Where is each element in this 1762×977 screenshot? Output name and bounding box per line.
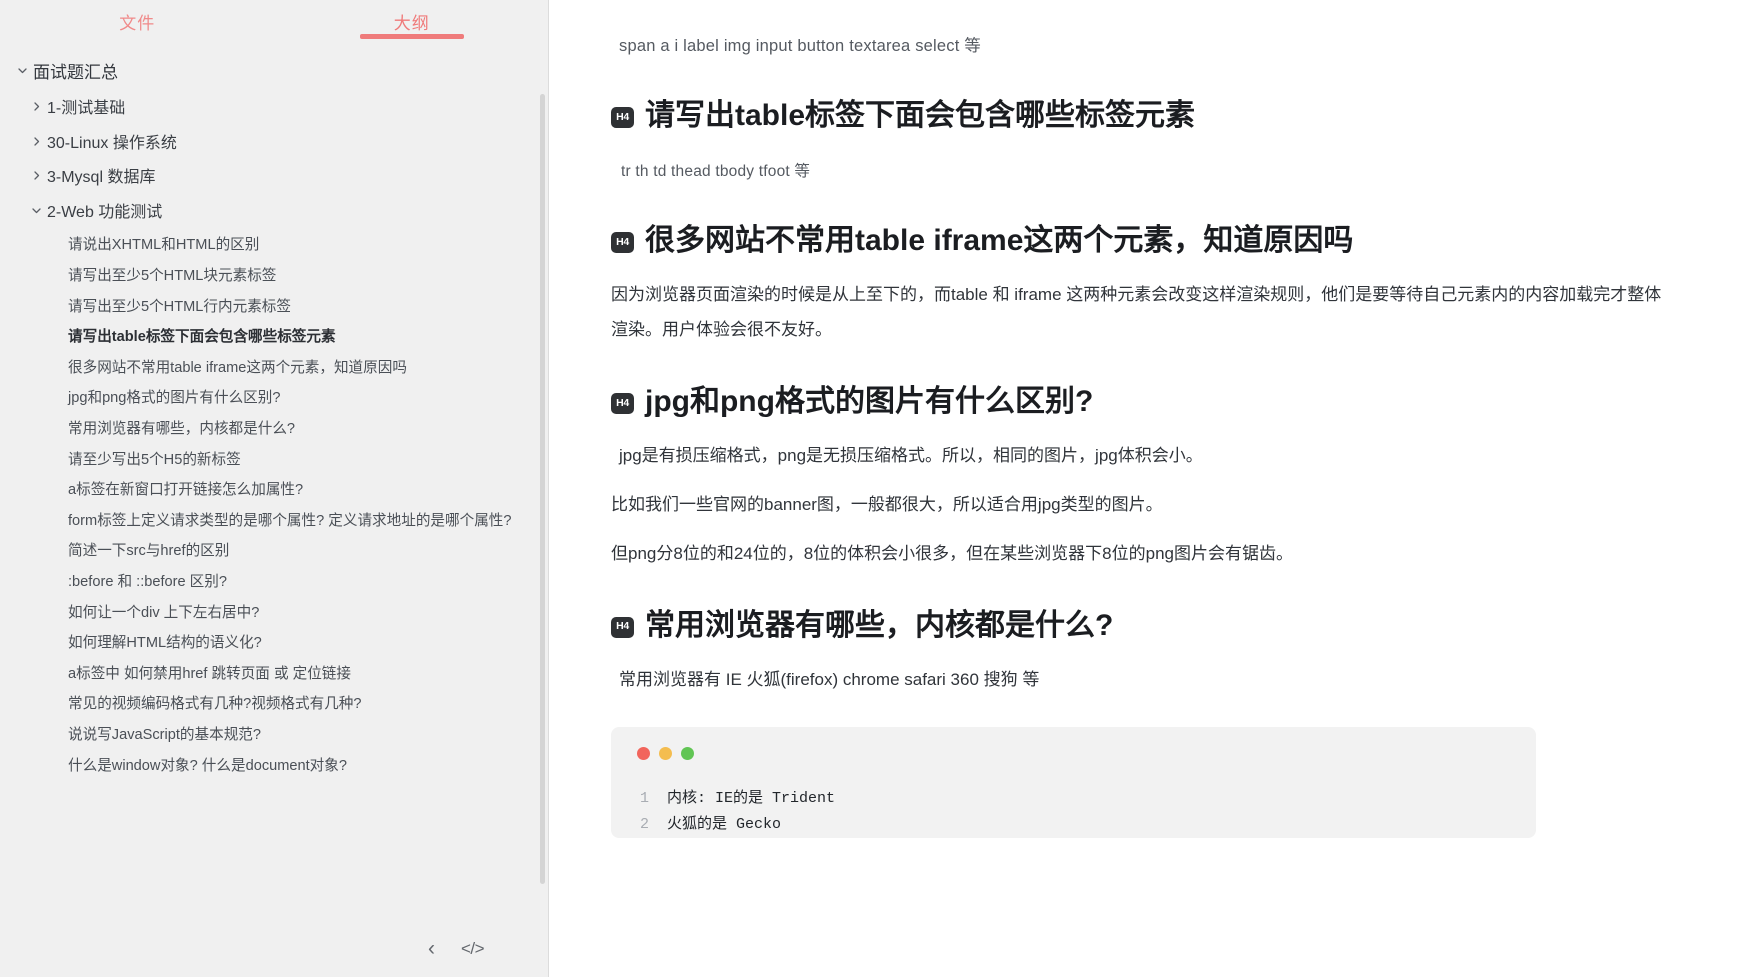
chevron-down-icon[interactable] xyxy=(25,202,47,216)
tree-group-3[interactable]: 3-Mysql 数据库 xyxy=(6,161,541,196)
chevron-right-icon[interactable] xyxy=(25,167,47,181)
chevron-right-icon[interactable] xyxy=(25,133,47,147)
code-lines: 1 内核: IE的是 Trident 2 火狐的是 Gecko xyxy=(611,760,1536,838)
h4-badge-icon: H4 xyxy=(611,617,634,638)
tree-group-2-label: 30-Linux 操作系统 xyxy=(47,133,177,155)
code-line: 1 内核: IE的是 Trident xyxy=(611,786,1536,812)
tab-files-label: 文件 xyxy=(119,9,155,34)
sidebar-tabbar: 文件 大纲 xyxy=(0,0,549,42)
line-text: 火狐的是 Gecko xyxy=(667,812,781,838)
outline-item[interactable]: 如何理解HTML结构的语义化? xyxy=(6,628,541,659)
chevron-left-icon[interactable]: ‹ xyxy=(428,938,435,959)
tab-outline[interactable]: 大纲 xyxy=(275,0,550,42)
line-number: 1 xyxy=(611,786,667,812)
outline-item[interactable]: 什么是window对象? 什么是document对象? xyxy=(6,751,541,782)
heading-table-iframe-text: 很多网站不常用table iframe这两个元素，知道原因吗 xyxy=(645,221,1353,260)
outline-item[interactable]: 常见的视频编码格式有几种?视频格式有几种? xyxy=(6,689,541,720)
heading-jpg-png: H4 jpg和png格式的图片有什么区别? xyxy=(611,382,1671,421)
heading-browsers-text: 常用浏览器有哪些，内核都是什么? xyxy=(645,606,1113,645)
tab-active-underline xyxy=(360,34,464,39)
tree-node-root[interactable]: 面试题汇总 xyxy=(6,56,541,92)
outline-item[interactable]: :before 和 ::before 区别? xyxy=(6,567,541,598)
tree-group-1-label: 1-测试基础 xyxy=(47,98,125,120)
outline-item[interactable]: a标签在新窗口打开链接怎么加属性? xyxy=(6,475,541,506)
minimize-dot-icon xyxy=(659,747,672,760)
code-block[interactable]: 1 内核: IE的是 Trident 2 火狐的是 Gecko xyxy=(611,727,1536,838)
outline-item[interactable]: 如何让一个div 上下左右居中? xyxy=(6,598,541,629)
document-body: span a i label img input button textarea… xyxy=(611,0,1671,838)
document-content[interactable]: span a i label img input button textarea… xyxy=(549,0,1762,977)
code-line: 2 火狐的是 Gecko xyxy=(611,812,1536,838)
tree-group-4[interactable]: 2-Web 功能测试 xyxy=(6,196,541,231)
outline-tree: 面试题汇总 1-测试基础 30-Linux 操作系统 xyxy=(0,56,549,781)
maximize-dot-icon xyxy=(681,747,694,760)
outline-item[interactable]: 很多网站不常用table iframe这两个元素，知道原因吗 xyxy=(6,353,541,384)
chevron-down-icon[interactable] xyxy=(11,62,33,76)
heading-table-iframe: H4 很多网站不常用table iframe这两个元素，知道原因吗 xyxy=(611,221,1671,260)
outline-item[interactable]: 请说出XHTML和HTML的区别 xyxy=(6,230,541,261)
table-tags-answer: tr th td thead tbody tfoot 等 xyxy=(611,153,1671,187)
outline-item[interactable]: a标签中 如何禁用href 跳转页面 或 定位链接 xyxy=(6,659,541,690)
tree-group-4-label: 2-Web 功能测试 xyxy=(47,202,162,224)
browsers-paragraph: 常用浏览器有 IE 火狐(firefox) chrome safari 360 … xyxy=(611,663,1671,698)
chevron-right-icon[interactable] xyxy=(25,98,47,112)
heading-table-tags-text: 请写出table标签下面会包含哪些标签元素 xyxy=(645,96,1195,135)
outline-item[interactable]: 简述一下src与href的区别 xyxy=(6,536,541,567)
outline-item-active[interactable]: 请写出table标签下面会包含哪些标签元素 xyxy=(6,322,541,353)
tab-outline-label: 大纲 xyxy=(394,9,430,34)
outline-item[interactable]: 请写出至少5个HTML块元素标签 xyxy=(6,261,541,292)
close-dot-icon xyxy=(637,747,650,760)
jpg-png-paragraph-2: 比如我们一些官网的banner图，一般都很大，所以适合用jpg类型的图片。 xyxy=(611,488,1671,523)
heading-browsers: H4 常用浏览器有哪些，内核都是什么? xyxy=(611,606,1671,645)
h4-badge-icon: H4 xyxy=(611,232,634,253)
tab-files[interactable]: 文件 xyxy=(0,0,275,42)
line-number: 2 xyxy=(611,812,667,838)
outline-item[interactable]: form标签上定义请求类型的是哪个属性? 定义请求地址的是哪个属性? xyxy=(6,506,541,537)
outline-item[interactable]: 常用浏览器有哪些，内核都是什么? xyxy=(6,414,541,445)
inline-elements-answer: span a i label img input button textarea… xyxy=(611,26,1671,62)
sidebar: 文件 大纲 面试题汇总 1-测试基础 xyxy=(0,0,549,977)
outline-item[interactable]: 请写出至少5个HTML行内元素标签 xyxy=(6,292,541,323)
tree-group-1[interactable]: 1-测试基础 xyxy=(6,92,541,127)
sidebar-scrollbar[interactable] xyxy=(540,94,545,884)
outline-item[interactable]: jpg和png格式的图片有什么区别? xyxy=(6,383,541,414)
heading-jpg-png-text: jpg和png格式的图片有什么区别? xyxy=(645,382,1093,421)
h4-badge-icon: H4 xyxy=(611,393,634,414)
line-text: 内核: IE的是 Trident xyxy=(667,786,835,812)
tree-node-root-label: 面试题汇总 xyxy=(33,62,118,85)
tree-group-3-label: 3-Mysql 数据库 xyxy=(47,167,155,189)
heading-table-tags: H4 请写出table标签下面会包含哪些标签元素 xyxy=(611,96,1671,135)
app-root: 文件 大纲 面试题汇总 1-测试基础 xyxy=(0,0,1762,977)
code-block-window-dots xyxy=(611,741,1536,760)
jpg-png-paragraph-3: 但png分8位的和24位的，8位的体积会小很多，但在某些浏览器下8位的png图片… xyxy=(611,537,1671,572)
outline-item[interactable]: 请至少写出5个H5的新标签 xyxy=(6,445,541,476)
outline-item[interactable]: 说说写JavaScript的基本规范? xyxy=(6,720,541,751)
table-iframe-paragraph: 因为浏览器页面渲染的时候是从上至下的，而table 和 iframe 这两种元素… xyxy=(611,278,1671,348)
code-icon[interactable]: </> xyxy=(461,939,484,959)
jpg-png-paragraph-1: jpg是有损压缩格式，png是无损压缩格式。所以，相同的图片，jpg体积会小。 xyxy=(611,439,1671,474)
tree-group-2[interactable]: 30-Linux 操作系统 xyxy=(6,127,541,162)
sidebar-footer: ‹ </> xyxy=(0,920,549,977)
h4-badge-icon: H4 xyxy=(611,107,634,128)
outline-scroll-area[interactable]: 面试题汇总 1-测试基础 30-Linux 操作系统 xyxy=(0,42,549,977)
